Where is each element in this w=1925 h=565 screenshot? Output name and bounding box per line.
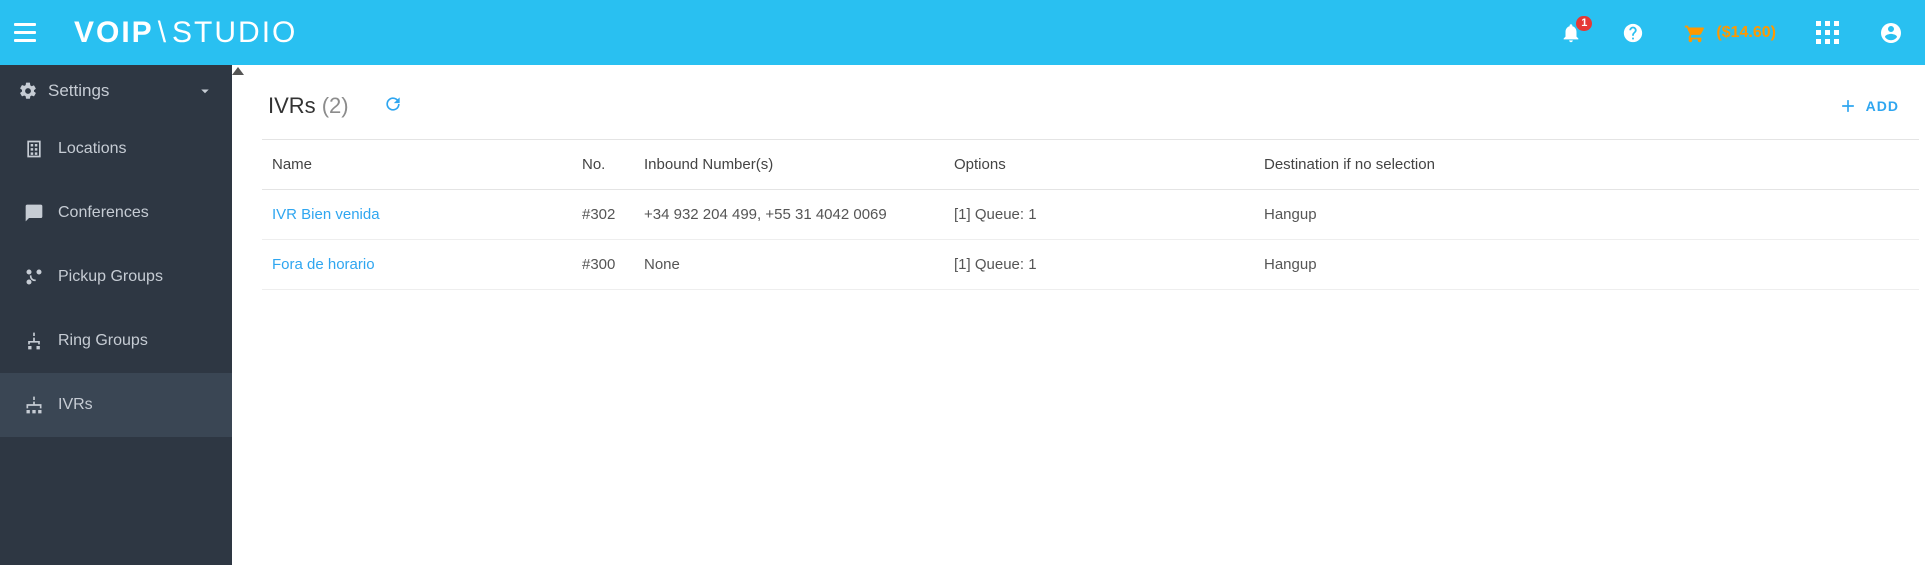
plus-icon bbox=[1838, 96, 1858, 116]
sidebar-item-locations[interactable]: Locations bbox=[0, 117, 232, 181]
refresh-icon bbox=[383, 94, 403, 114]
table-row[interactable]: Fora de horario #300 None [1] Queue: 1 H… bbox=[262, 240, 1919, 290]
page-count: (2) bbox=[322, 93, 349, 119]
page-title: IVRs bbox=[268, 93, 316, 119]
col-no[interactable]: No. bbox=[572, 140, 634, 190]
brand-slash: \ bbox=[158, 16, 168, 50]
branch-icon bbox=[24, 267, 44, 287]
ivr-no: #302 bbox=[572, 190, 634, 240]
ivr-destination: Hangup bbox=[1254, 240, 1919, 290]
ivr-options: [1] Queue: 1 bbox=[944, 240, 1254, 290]
ivr-inbound: +34 932 204 499, +55 31 4042 0069 bbox=[634, 190, 944, 240]
sidebar-collapse-button[interactable] bbox=[232, 67, 244, 75]
tree-icon bbox=[24, 331, 44, 351]
brand-left: VOIP bbox=[74, 16, 154, 50]
menu-toggle-button[interactable] bbox=[14, 23, 42, 42]
sidebar-collapse-gutter bbox=[232, 65, 248, 565]
account-icon bbox=[1879, 21, 1903, 45]
gear-icon bbox=[18, 81, 38, 101]
apps-icon bbox=[1816, 21, 1839, 44]
balance-text: ($14.60) bbox=[1716, 24, 1776, 42]
table-row[interactable]: IVR Bien venida #302 +34 932 204 499, +5… bbox=[262, 190, 1919, 240]
ivr-icon bbox=[24, 395, 44, 415]
col-inbound[interactable]: Inbound Number(s) bbox=[634, 140, 944, 190]
ivr-table: Name No. Inbound Number(s) Options Desti… bbox=[262, 139, 1919, 290]
sidebar-item-label: Conferences bbox=[58, 204, 149, 222]
brand-logo[interactable]: VOIP \ STUDIO bbox=[74, 16, 297, 50]
col-name[interactable]: Name bbox=[262, 140, 572, 190]
ivr-options: [1] Queue: 1 bbox=[944, 190, 1254, 240]
sidebar-settings-toggle[interactable]: Settings bbox=[0, 65, 232, 117]
sidebar-item-label: Pickup Groups bbox=[58, 268, 163, 286]
table-header-row: Name No. Inbound Number(s) Options Desti… bbox=[262, 140, 1919, 190]
help-icon bbox=[1622, 22, 1644, 44]
brand-right: STUDIO bbox=[172, 16, 297, 50]
add-button-label: ADD bbox=[1866, 98, 1899, 114]
refresh-button[interactable] bbox=[383, 94, 403, 119]
help-button[interactable] bbox=[1622, 22, 1644, 44]
account-button[interactable] bbox=[1879, 21, 1903, 45]
building-icon bbox=[24, 139, 44, 159]
col-options[interactable]: Options bbox=[944, 140, 1254, 190]
cart-icon bbox=[1684, 22, 1706, 44]
sidebar-item-label: Ring Groups bbox=[58, 332, 148, 350]
ivr-name-link[interactable]: IVR Bien venida bbox=[272, 206, 380, 223]
chat-icon bbox=[24, 203, 44, 223]
main-content: IVRs (2) ADD Name No. Inbound Number(s) … bbox=[248, 65, 1925, 565]
col-destination[interactable]: Destination if no selection bbox=[1254, 140, 1919, 190]
sidebar-settings-label: Settings bbox=[48, 81, 196, 101]
sidebar-item-label: IVRs bbox=[58, 396, 93, 414]
apps-button[interactable] bbox=[1816, 21, 1839, 44]
sidebar-item-pickup-groups[interactable]: Pickup Groups bbox=[0, 245, 232, 309]
ivr-no: #300 bbox=[572, 240, 634, 290]
ivr-destination: Hangup bbox=[1254, 190, 1919, 240]
notification-badge: 1 bbox=[1576, 16, 1592, 31]
page-header: IVRs (2) ADD bbox=[262, 83, 1919, 139]
cart-balance-button[interactable]: ($14.60) bbox=[1684, 22, 1776, 44]
notifications-button[interactable]: 1 bbox=[1560, 22, 1582, 44]
sidebar: Settings Locations Conferences Pickup Gr… bbox=[0, 65, 232, 565]
ivr-inbound: None bbox=[634, 240, 944, 290]
add-button[interactable]: ADD bbox=[1838, 96, 1919, 116]
sidebar-item-label: Locations bbox=[58, 140, 127, 158]
sidebar-item-conferences[interactable]: Conferences bbox=[0, 181, 232, 245]
ivr-name-link[interactable]: Fora de horario bbox=[272, 256, 375, 273]
topbar: VOIP \ STUDIO 1 ($14.60) bbox=[0, 0, 1925, 65]
chevron-down-icon bbox=[196, 82, 214, 100]
body: Settings Locations Conferences Pickup Gr… bbox=[0, 65, 1925, 565]
topbar-right: 1 ($14.60) bbox=[1560, 21, 1911, 45]
sidebar-item-ring-groups[interactable]: Ring Groups bbox=[0, 309, 232, 373]
sidebar-item-ivrs[interactable]: IVRs bbox=[0, 373, 232, 437]
topbar-left: VOIP \ STUDIO bbox=[14, 16, 297, 50]
